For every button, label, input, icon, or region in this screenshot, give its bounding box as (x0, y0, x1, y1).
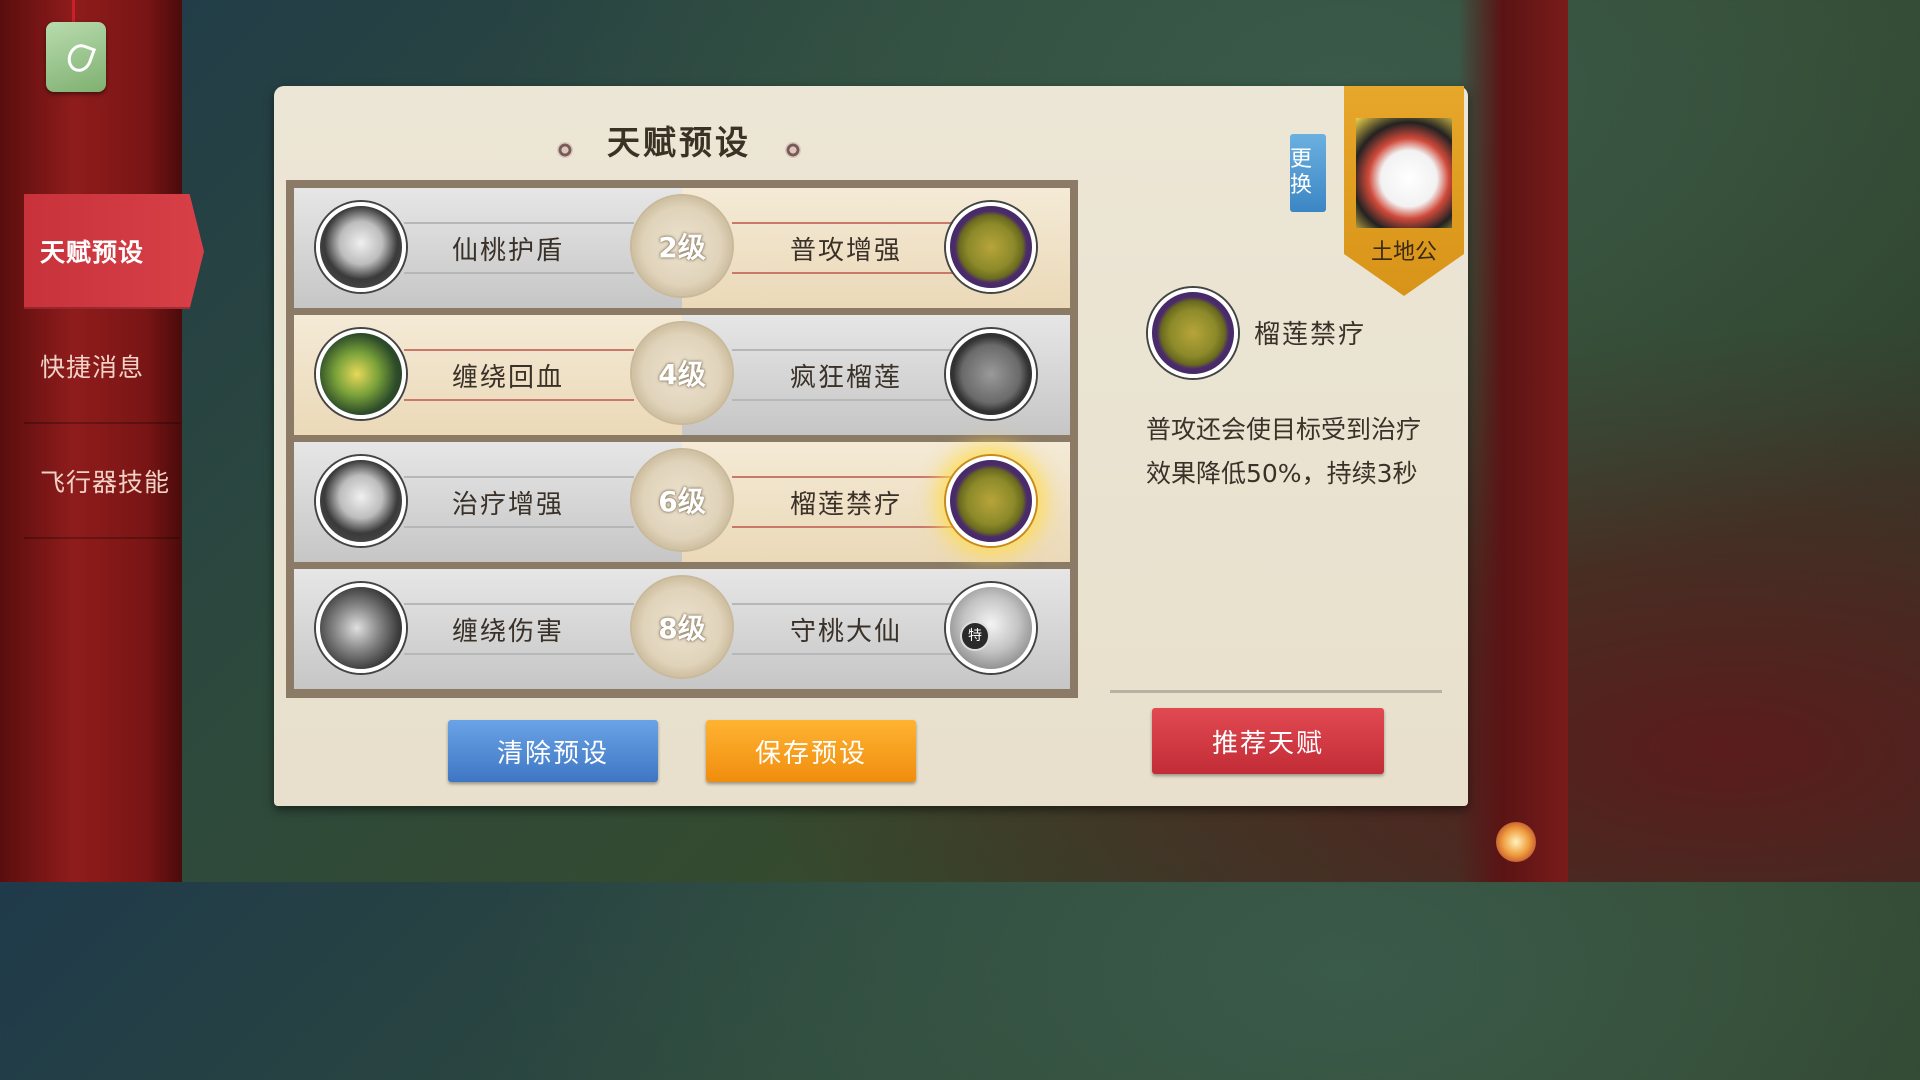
nav-item-talent-preset[interactable]: 天赋预设 (24, 194, 204, 309)
talent-row: 治疗增强 榴莲禁疗 6级 (294, 442, 1070, 562)
nav-label: 快捷消息 (40, 352, 145, 382)
ornament-icon (557, 141, 573, 158)
character-banner[interactable]: 土地公 (1344, 86, 1464, 296)
vine-icon (316, 329, 406, 419)
talent-row: 仙桃护盾 普攻增强 2级 (294, 188, 1070, 308)
divider-line (732, 349, 962, 351)
talent-option-right[interactable]: 榴莲禁疗 (682, 442, 1070, 562)
change-label: 更换 (1290, 147, 1313, 198)
talent-name: 普攻增强 (790, 236, 903, 266)
divider-line (732, 526, 962, 528)
character-portrait (1356, 118, 1452, 228)
cloud-icon: 特 (946, 583, 1036, 673)
talent-row: 缠绕回血 疯狂榴莲 4级 (294, 315, 1070, 435)
jade-tag-icon[interactable] (46, 22, 106, 92)
divider-line (732, 222, 962, 224)
character-name: 土地公 (1370, 240, 1437, 265)
talent-row: 缠绕伤害 特 守桃大仙 8级 (294, 569, 1070, 689)
recommend-talent-button[interactable]: 推荐天赋 (1152, 708, 1384, 774)
divider-line (404, 222, 634, 224)
talent-option-right[interactable]: 普攻增强 (682, 188, 1070, 308)
panel-header: 天赋预设 (274, 116, 1084, 164)
talent-option-right[interactable]: 特 守桃大仙 (682, 569, 1070, 689)
tag-string (72, 0, 75, 24)
talent-name: 缠绕回血 (452, 363, 565, 393)
durian-icon (946, 456, 1036, 546)
side-nav: 天赋预设 快捷消息 飞行器技能 (24, 194, 204, 539)
ornament-icon (785, 141, 801, 158)
talent-option-right[interactable]: 疯狂榴莲 (682, 315, 1070, 435)
level-badge: 8级 (630, 575, 734, 679)
divider-line (404, 653, 634, 655)
talent-name: 仙桃护盾 (452, 236, 565, 266)
divider-line (404, 349, 634, 351)
talent-option-left[interactable]: 治疗增强 (294, 442, 682, 562)
divider-line (404, 526, 634, 528)
durian-icon (1148, 288, 1238, 378)
nav-item-aircraft-skill[interactable]: 飞行器技能 (24, 424, 180, 539)
level-badge: 4级 (630, 321, 734, 425)
clear-preset-button[interactable]: 清除预设 (448, 720, 658, 782)
divider-line (404, 399, 634, 401)
panel-title: 天赋预设 (607, 123, 751, 162)
divider-line (732, 476, 962, 478)
talent-option-left[interactable]: 仙桃护盾 (294, 188, 682, 308)
divider-line (732, 272, 962, 274)
detail-description: 普攻还会使目标受到治疗效果降低50%，持续3秒 (1146, 415, 1422, 488)
talent-name: 疯狂榴莲 (790, 363, 903, 393)
special-badge: 特 (960, 621, 990, 651)
talent-option-left[interactable]: 缠绕伤害 (294, 569, 682, 689)
durian-gray-icon (946, 329, 1036, 419)
talent-name: 缠绕伤害 (452, 617, 565, 647)
right-curtain (1458, 0, 1568, 882)
change-character-button[interactable]: 更换 (1290, 134, 1326, 212)
nav-item-quick-message[interactable]: 快捷消息 (24, 309, 180, 424)
divider-line (404, 272, 634, 274)
divider-line (732, 399, 962, 401)
divider-line (732, 603, 962, 605)
detail-talent-name: 榴莲禁疗 (1254, 320, 1367, 350)
nav-label: 飞行器技能 (40, 467, 171, 497)
save-preset-button[interactable]: 保存预设 (706, 720, 916, 782)
detail-divider (1110, 690, 1442, 693)
talent-option-left[interactable]: 缠绕回血 (294, 315, 682, 435)
durian-icon (946, 202, 1036, 292)
talent-grid: 仙桃护盾 普攻增强 2级 缠绕回血 疯狂榴莲 4级 治疗增强 榴莲禁疗 6级 缠… (286, 180, 1078, 698)
level-badge: 2级 (630, 194, 734, 298)
talent-name: 治疗增强 (452, 490, 565, 520)
talent-preset-panel: 天赋预设 仙桃护盾 普攻增强 2级 缠绕回血 疯狂榴莲 4级 治疗增强 榴莲禁疗… (274, 86, 1468, 806)
level-badge: 6级 (630, 448, 734, 552)
divider-line (404, 603, 634, 605)
talent-name: 榴莲禁疗 (790, 490, 903, 520)
divider-line (404, 476, 634, 478)
peach-icon (316, 456, 406, 546)
talent-name: 守桃大仙 (790, 617, 903, 647)
peach-icon (316, 202, 406, 292)
divider-line (732, 653, 962, 655)
glowing-orb-icon[interactable] (1496, 822, 1536, 862)
vine-gray-icon (316, 583, 406, 673)
nav-label: 天赋预设 (40, 237, 145, 267)
